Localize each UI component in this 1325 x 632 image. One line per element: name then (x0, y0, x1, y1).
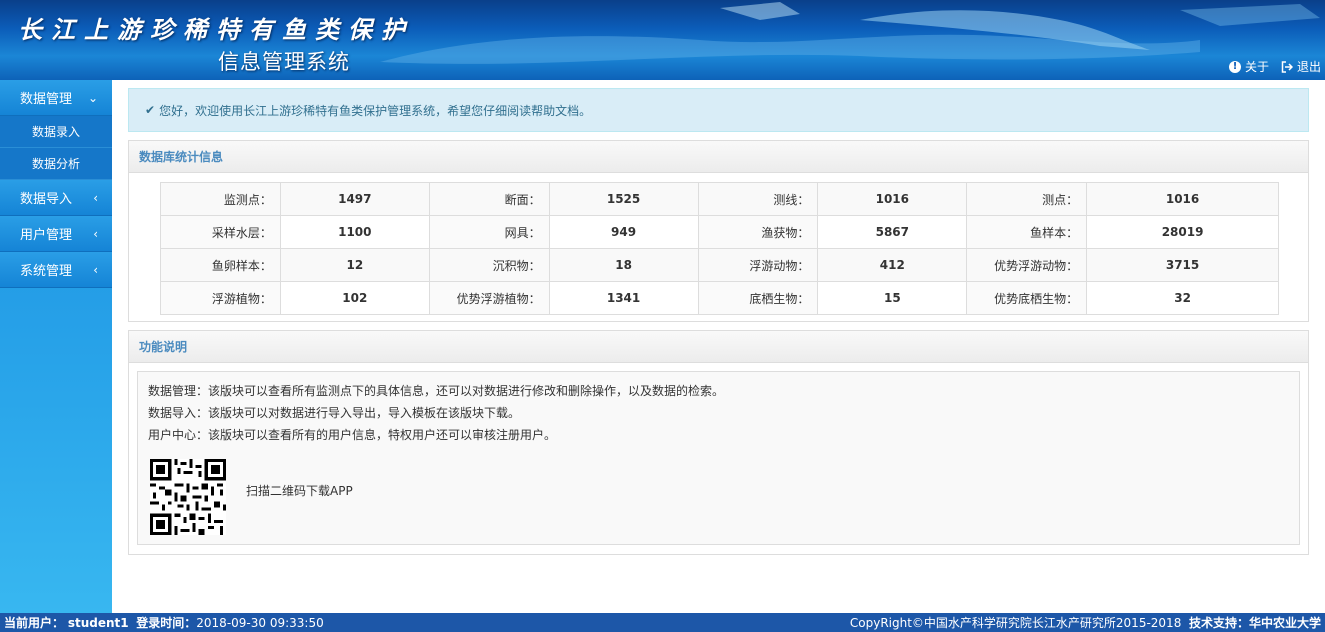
info-icon: ! (1228, 60, 1241, 73)
stat-value: 412 (817, 248, 968, 282)
stat-label: 渔获物： (697, 215, 819, 249)
stat-label: 测点： (966, 182, 1088, 216)
chevron-left-icon: ‹ (93, 263, 98, 277)
sidebar-item-data-management[interactable]: 数据管理 ⌄ (0, 80, 112, 116)
function-panel: 功能说明 数据管理：该版块可以查看所有监测点下的具体信息，还可以对数据进行修改和… (128, 330, 1309, 555)
sidebar-item-system-management[interactable]: 系统管理 ‹ (0, 252, 112, 288)
function-line-user-center: 用户中心：该版块可以查看所有的用户信息，特权用户还可以审核注册用户。 (148, 428, 557, 442)
table-row: 采样水层： 1100 网具： 949 渔获物： 5867 鱼样本： 28019 (160, 215, 1279, 249)
stat-value: 28019 (1086, 215, 1279, 249)
stat-label: 优势浮游植物： (428, 281, 550, 315)
stat-label: 网具： (428, 215, 550, 249)
stat-value: 102 (279, 281, 430, 315)
table-row: 监测点： 1497 断面： 1525 测线： 1016 测点： 1016 (160, 182, 1279, 216)
sidebar-item-data-import[interactable]: 数据导入 ‹ (0, 180, 112, 216)
stats-panel-title: 数据库统计信息 (129, 141, 1308, 173)
stat-label: 浮游植物： (160, 281, 281, 315)
stat-label: 测线： (697, 182, 819, 216)
login-time-label: 登录时间： (136, 616, 197, 630)
welcome-text: 您好，欢迎使用长江上游珍稀特有鱼类保护管理系统，希望您仔细阅读帮助文档。 (159, 103, 592, 118)
stat-value: 1525 (548, 182, 699, 216)
login-time-value: 2018-09-30 09:33:50 (196, 616, 324, 630)
stat-value: 1497 (279, 182, 430, 216)
chevron-down-icon: ⌄ (87, 91, 98, 105)
qr-code-image (150, 459, 226, 535)
sidebar-item-label: 用户管理 (20, 228, 73, 243)
footer-user-info: 当前用户： student1 登录时间：2018-09-30 09:33:50 (4, 614, 324, 631)
stat-value: 1100 (279, 215, 430, 249)
welcome-alert: ✔ 您好，欢迎使用长江上游珍稀特有鱼类保护管理系统，希望您仔细阅读帮助文档。 (128, 88, 1309, 132)
sidebar-subitem-data-entry[interactable]: 数据录入 (0, 116, 112, 148)
current-user-label: 当前用户： (4, 616, 65, 630)
sidebar-item-user-management[interactable]: 用户管理 ‹ (0, 216, 112, 252)
stat-label: 鱼样本： (966, 215, 1088, 249)
logout-link[interactable]: 退出 (1281, 58, 1321, 75)
stat-value: 1016 (817, 182, 968, 216)
stat-value: 1341 (548, 281, 699, 315)
sidebar-subitem-label: 数据分析 (32, 157, 81, 171)
table-row: 浮游植物： 102 优势浮游植物： 1341 底栖生物： 15 优势底栖生物： 32 (160, 281, 1279, 315)
footer-copyright-info: CopyRight©中国水产科学研究院长江水产研究所2015-2018 技术支持… (850, 614, 1321, 631)
function-panel-title: 功能说明 (129, 331, 1308, 363)
brand-subtitle: 信息管理系统 (218, 50, 350, 74)
stat-label: 优势底栖生物： (966, 281, 1088, 315)
table-row: 鱼卵样本： 12 沉积物： 18 浮游动物： 412 优势浮游动物： 3715 (160, 248, 1279, 282)
support-org: 华中农业大学 (1248, 616, 1321, 630)
check-icon: ✔ (145, 103, 156, 117)
main-content: ✔ 您好，欢迎使用长江上游珍稀特有鱼类保护管理系统，希望您仔细阅读帮助文档。 数… (112, 80, 1325, 613)
about-label: 关于 (1244, 60, 1269, 74)
sidebar-subitem-label: 数据录入 (32, 125, 81, 139)
sidebar-item-label: 数据导入 (20, 192, 73, 207)
stat-value: 1016 (1086, 182, 1279, 216)
stat-label: 浮游动物： (697, 248, 819, 282)
footer-bar: 当前用户： student1 登录时间：2018-09-30 09:33:50 … (0, 613, 1325, 632)
stat-label: 监测点： (160, 182, 281, 216)
stat-label: 断面： (428, 182, 550, 216)
stat-label: 鱼卵样本： (160, 248, 281, 282)
stat-value: 18 (548, 248, 699, 282)
about-link[interactable]: ! 关于 (1228, 58, 1269, 75)
copyright-text: CopyRight©中国水产科学研究院长江水产研究所2015-2018 (849, 616, 1182, 630)
sidebar-item-label: 系统管理 (20, 264, 73, 279)
stat-value: 15 (817, 281, 968, 315)
stat-value: 32 (1086, 281, 1279, 315)
stat-value: 949 (548, 215, 699, 249)
stat-label: 底栖生物： (697, 281, 819, 315)
stat-value: 5867 (817, 215, 968, 249)
chevron-left-icon: ‹ (93, 227, 98, 241)
function-description-box: 数据管理：该版块可以查看所有监测点下的具体信息，还可以对数据进行修改和删除操作，… (137, 371, 1300, 545)
current-user-name: student1 (67, 616, 129, 630)
qr-caption: 扫描二维码下载APP (246, 484, 353, 498)
stat-label: 沉积物： (428, 248, 550, 282)
stat-label: 优势浮游动物： (966, 248, 1088, 282)
function-line-data-import: 数据导入：该版块可以对数据进行导入导出，导入模板在该版块下载。 (148, 406, 521, 420)
header-banner: 长江上游珍稀特有鱼类保护 信息管理系统 ! 关于 退出 (0, 0, 1325, 80)
sidebar-item-label: 数据管理 (20, 92, 73, 107)
stat-label: 采样水层： (160, 215, 281, 249)
stats-table: 监测点： 1497 断面： 1525 测线： 1016 测点： 1016 采样水层： 1100 网具… (160, 182, 1279, 315)
support-label: 技术支持： (1188, 616, 1249, 630)
logout-label: 退出 (1296, 60, 1321, 74)
brand-title: 长江上游珍稀特有鱼类保护 (18, 15, 414, 44)
stats-panel: 数据库统计信息 监测点： 1497 断面： 1525 测线： 1016 测点： 1016 采样水… (128, 140, 1309, 322)
stat-value: 3715 (1086, 248, 1279, 282)
sidebar: 数据管理 ⌄ 数据录入 数据分析 数据导入 ‹ 用户管理 ‹ 系统管理 ‹ (0, 80, 112, 613)
function-line-data-management: 数据管理：该版块可以查看所有监测点下的具体信息，还可以对数据进行修改和删除操作，… (148, 384, 725, 398)
stat-value: 12 (279, 248, 430, 282)
sidebar-subitem-data-analysis[interactable]: 数据分析 (0, 148, 112, 180)
logout-icon (1281, 60, 1293, 73)
chevron-left-icon: ‹ (93, 191, 98, 205)
